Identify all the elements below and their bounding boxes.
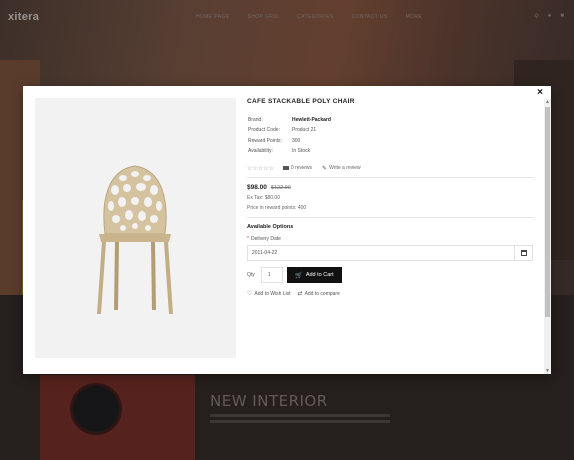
brand-link[interactable]: Hewlett-Packard [292, 117, 331, 123]
rating-row: ☆☆☆☆☆ 0 reviews ✎ Write a review [247, 163, 535, 173]
rating-stars: ☆☆☆☆☆ [247, 165, 274, 172]
comment-icon [282, 166, 289, 171]
spec-label: Reward Points: [248, 137, 282, 144]
qty-label: Qty [247, 272, 255, 279]
price-row: $98.00 $122.00 [247, 184, 535, 191]
wishlist-label: Add to Wish List [254, 290, 291, 297]
cart-icon: 🛒 [295, 272, 303, 279]
scroll-up-icon[interactable]: ▲ [544, 99, 551, 105]
scrollbar-thumb[interactable] [545, 107, 550, 317]
spec-label: Availability: [248, 148, 273, 155]
reviews-label: 0 reviews [290, 165, 313, 172]
scroll-down-icon[interactable]: ▼ [544, 368, 551, 374]
wishlist-link[interactable]: ♡ Add to Wish List [247, 290, 291, 298]
compare-link[interactable]: ⇄ Add to compare [297, 290, 340, 298]
spec-row-reward: Reward Points: 300 [247, 136, 535, 146]
delivery-label-text: Delivery Date [250, 236, 281, 243]
close-button[interactable]: × [534, 87, 546, 99]
product-title: CAFE STACKABLE POLY CHAIR [247, 98, 355, 105]
required-marker: * [247, 236, 249, 243]
ex-tax: Ex Tax: $80.00 [247, 195, 280, 202]
options-title: Available Options [247, 224, 294, 231]
delivery-date-label: * Delivery Date [247, 236, 535, 242]
add-to-cart-label: Add to Cart [305, 272, 334, 279]
add-to-cart-button[interactable]: 🛒 Add to Cart [287, 267, 342, 284]
spec-row-code: Product Code: Product 21 [247, 125, 535, 135]
compare-icon: ⇄ [297, 291, 303, 298]
divider [247, 177, 535, 179]
pencil-icon: ✎ [322, 165, 328, 172]
reward-price: Price in reward points: 400 [247, 205, 307, 212]
product-specs: Brand: Hewlett-Packard Product Code: Pro… [247, 115, 535, 156]
quantity-row: Qty 1 🛒 Add to Cart [247, 267, 535, 284]
product-image[interactable] [35, 98, 236, 358]
chair-image [97, 165, 173, 314]
spec-value: 300 [292, 137, 301, 144]
old-price: $122.00 [270, 185, 291, 192]
spec-value: Product 21 [292, 127, 317, 134]
spec-value: In Stock [292, 148, 311, 155]
action-links: ♡ Add to Wish List ⇄ Add to compare [247, 290, 535, 298]
compare-label: Add to compare [304, 290, 340, 297]
delivery-date-row: 2011-04-22 [247, 245, 535, 262]
spec-row-brand: Brand: Hewlett-Packard [247, 115, 535, 125]
write-review-link[interactable]: ✎ Write a review [322, 165, 361, 172]
spec-row-availability: Availability: In Stock [247, 146, 535, 156]
product-info: CAFE STACKABLE POLY CHAIR Brand: Hewlett… [247, 98, 535, 297]
spec-label: Brand: [248, 117, 263, 124]
current-price: $98.00 [247, 184, 267, 192]
reviews-link[interactable]: 0 reviews [282, 165, 313, 172]
spec-label: Product Code: [248, 127, 280, 134]
quickview-modal: × ▲ ▼ CAFE STACKABLE POLY CHAIR Brand: H… [23, 86, 551, 374]
delivery-date-input[interactable]: 2011-04-22 [247, 245, 515, 262]
divider [247, 217, 535, 219]
modal-scrollbar[interactable]: ▲ ▼ [544, 99, 551, 374]
heart-icon: ♡ [247, 291, 253, 298]
calendar-button[interactable] [515, 245, 533, 262]
write-review-label: Write a review [329, 165, 361, 172]
quantity-input[interactable]: 1 [261, 267, 283, 284]
calendar-icon [520, 250, 527, 257]
